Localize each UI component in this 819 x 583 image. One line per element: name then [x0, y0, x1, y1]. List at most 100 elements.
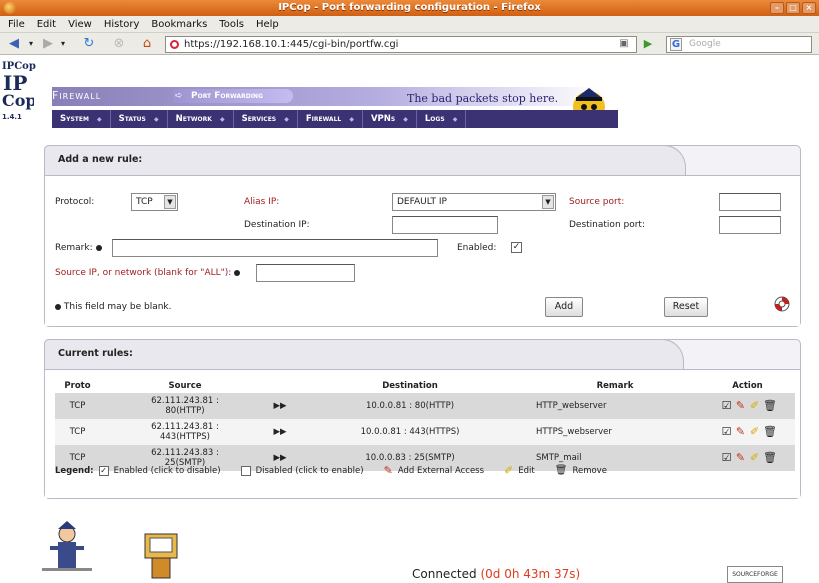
- menu-edit[interactable]: Edit: [37, 19, 56, 30]
- source-port-input[interactable]: [719, 193, 781, 211]
- column-header-source: Source: [168, 380, 202, 391]
- connected-time: (0d 0h 43m 37s): [480, 567, 581, 581]
- back-dropdown-icon[interactable]: ▾: [26, 36, 36, 52]
- alias-ip-value: DEFAULT IP: [397, 197, 447, 207]
- edit-pencil-icon[interactable]: ✐: [749, 426, 760, 438]
- menu-file[interactable]: File: [8, 19, 25, 30]
- forward-arrow-icon: ▶▶: [270, 393, 290, 419]
- menu-network[interactable]: Network: [168, 110, 234, 128]
- go-icon[interactable]: ▶: [641, 36, 655, 52]
- forward-dropdown-icon[interactable]: ▾: [58, 36, 68, 52]
- add-button[interactable]: Add: [545, 297, 583, 317]
- forward-arrow-icon: ▶▶: [270, 419, 290, 445]
- menu-help[interactable]: Help: [256, 19, 279, 30]
- add-external-access-legend-icon: ✎: [383, 464, 393, 477]
- site-identity-icon[interactable]: ▣: [617, 36, 631, 52]
- window-titlebar: IPCop - Port forwarding configuration - …: [0, 0, 819, 16]
- ipcop-header: IPCop IP Cop 1.4.1 Firewall Port Forward…: [0, 56, 819, 130]
- destination-ip-input[interactable]: [392, 216, 498, 234]
- add-rule-body: Protocol: TCP ▼ Alias IP: DEFAULT IP ▼ S…: [45, 175, 800, 326]
- sourceforge-logo[interactable]: SOURCEFORGE: [727, 566, 783, 583]
- forward-icon[interactable]: ▶: [40, 36, 56, 52]
- table-row: TCP 62.111.243.81 :80(HTTP) ▶▶ 10.0.0.81…: [55, 393, 795, 419]
- remark-label: Remark:: [55, 243, 102, 253]
- maximize-button[interactable]: □: [786, 2, 800, 14]
- menu-services[interactable]: Services: [234, 110, 298, 128]
- connected-label: Connected: [412, 567, 477, 581]
- alias-ip-label: Alias IP:: [244, 197, 280, 207]
- current-rules-title: Current rules:: [44, 339, 684, 369]
- legend: Legend: ✓ Enabled (click to disable) Dis…: [55, 464, 607, 477]
- enabled-checkbox[interactable]: ✓: [511, 242, 522, 253]
- protocol-select[interactable]: TCP ▼: [131, 193, 178, 211]
- row-remark: HTTP_webserver: [530, 393, 700, 419]
- remove-trash-icon[interactable]: 🗑: [763, 400, 777, 412]
- remark-input[interactable]: [112, 239, 438, 257]
- source-ip-label: Source IP, or network (blank for "ALL"):: [55, 268, 241, 278]
- insecure-site-icon: [170, 40, 179, 49]
- menu-firewall[interactable]: Firewall: [298, 110, 363, 128]
- alias-ip-select[interactable]: DEFAULT IP ▼: [392, 193, 556, 211]
- remove-trash-icon[interactable]: 🗑: [763, 452, 777, 464]
- enabled-checkbox-icon[interactable]: ☑: [721, 400, 732, 412]
- menu-history[interactable]: History: [104, 19, 140, 30]
- source-ip-input[interactable]: [256, 264, 355, 282]
- menu-bookmarks[interactable]: Bookmarks: [151, 19, 207, 30]
- navigation-toolbar: ◀ ▾ ▶ ▾ ↻ ⊗ ⌂ https://192.168.10.1:445/c…: [0, 33, 819, 55]
- ipcop-logo-mark: IP Cop: [2, 71, 37, 110]
- row-proto: TCP: [55, 393, 100, 419]
- destination-port-label: Destination port:: [569, 220, 645, 230]
- back-icon[interactable]: ◀: [6, 36, 22, 52]
- optional-dot-icon: [55, 303, 61, 310]
- reload-icon[interactable]: ↻: [80, 36, 98, 52]
- legend-enabled: Enabled (click to disable): [113, 465, 221, 476]
- optional-note: This field may be blank.: [55, 302, 172, 312]
- enabled-checkbox-icon[interactable]: ☑: [721, 452, 732, 464]
- url-bar[interactable]: https://192.168.10.1:445/cgi-bin/portfw.…: [165, 36, 637, 53]
- help-lifebuoy-icon[interactable]: [774, 296, 790, 312]
- home-icon[interactable]: ⌂: [138, 36, 156, 52]
- enabled-checkbox-icon[interactable]: ☑: [721, 426, 732, 438]
- google-search-engine-icon[interactable]: G: [670, 38, 682, 51]
- destination-ip-label: Destination IP:: [244, 220, 310, 230]
- menu-view[interactable]: View: [68, 19, 92, 30]
- reset-button[interactable]: Reset: [664, 297, 708, 317]
- add-external-access-icon[interactable]: ✎: [735, 452, 746, 464]
- svg-text:Cop: Cop: [2, 91, 34, 110]
- edit-pencil-icon[interactable]: ✐: [749, 400, 760, 412]
- connection-status: Connected (0d 0h 43m 37s): [412, 567, 580, 581]
- menu-tools[interactable]: Tools: [219, 19, 244, 30]
- disabled-legend-icon: [240, 465, 251, 476]
- menu-system[interactable]: System: [52, 110, 111, 128]
- add-external-access-icon[interactable]: ✎: [735, 426, 746, 438]
- close-button[interactable]: ×: [802, 2, 816, 14]
- slogan: The bad packets stop here.: [407, 92, 559, 105]
- row-source: 62.111.243.81 :443(HTTPS): [100, 419, 270, 445]
- search-placeholder: Google: [689, 39, 721, 49]
- source-port-label: Source port:: [569, 197, 625, 207]
- footer: Connected (0d 0h 43m 37s) SOURCEFORGE: [0, 514, 819, 583]
- remove-trash-icon[interactable]: 🗑: [763, 426, 777, 438]
- minimize-button[interactable]: –: [770, 2, 784, 14]
- protocol-label: Protocol:: [55, 197, 95, 207]
- stop-icon[interactable]: ⊗: [110, 36, 128, 52]
- chevron-down-icon: ▼: [542, 195, 554, 209]
- add-external-access-icon[interactable]: ✎: [735, 400, 746, 412]
- destination-port-input[interactable]: [719, 216, 781, 234]
- footer-cop-figure-icon: [42, 521, 92, 571]
- edit-pencil-icon[interactable]: ✐: [749, 452, 760, 464]
- row-destination: 10.0.0.81 : 80(HTTP): [290, 393, 530, 419]
- menu-vpns[interactable]: VPNs: [363, 110, 417, 128]
- ipcop-logo: IPCop IP Cop 1.4.1: [2, 60, 37, 122]
- search-input[interactable]: G Google: [666, 36, 812, 53]
- column-header-proto: Proto: [64, 380, 91, 391]
- edit-legend-icon: ✐: [504, 464, 514, 477]
- section-tab-firewall[interactable]: Firewall: [52, 89, 101, 102]
- enabled-label: Enabled:: [457, 243, 497, 253]
- protocol-value: TCP: [136, 197, 153, 207]
- page-tab-port-forwarding[interactable]: Port Forwarding: [173, 89, 293, 103]
- remove-legend-icon: 🗑: [554, 465, 568, 476]
- menu-status[interactable]: Status: [111, 110, 168, 128]
- menu-logs[interactable]: Logs: [417, 110, 467, 128]
- ipcop-version: 1.4.1: [2, 113, 22, 121]
